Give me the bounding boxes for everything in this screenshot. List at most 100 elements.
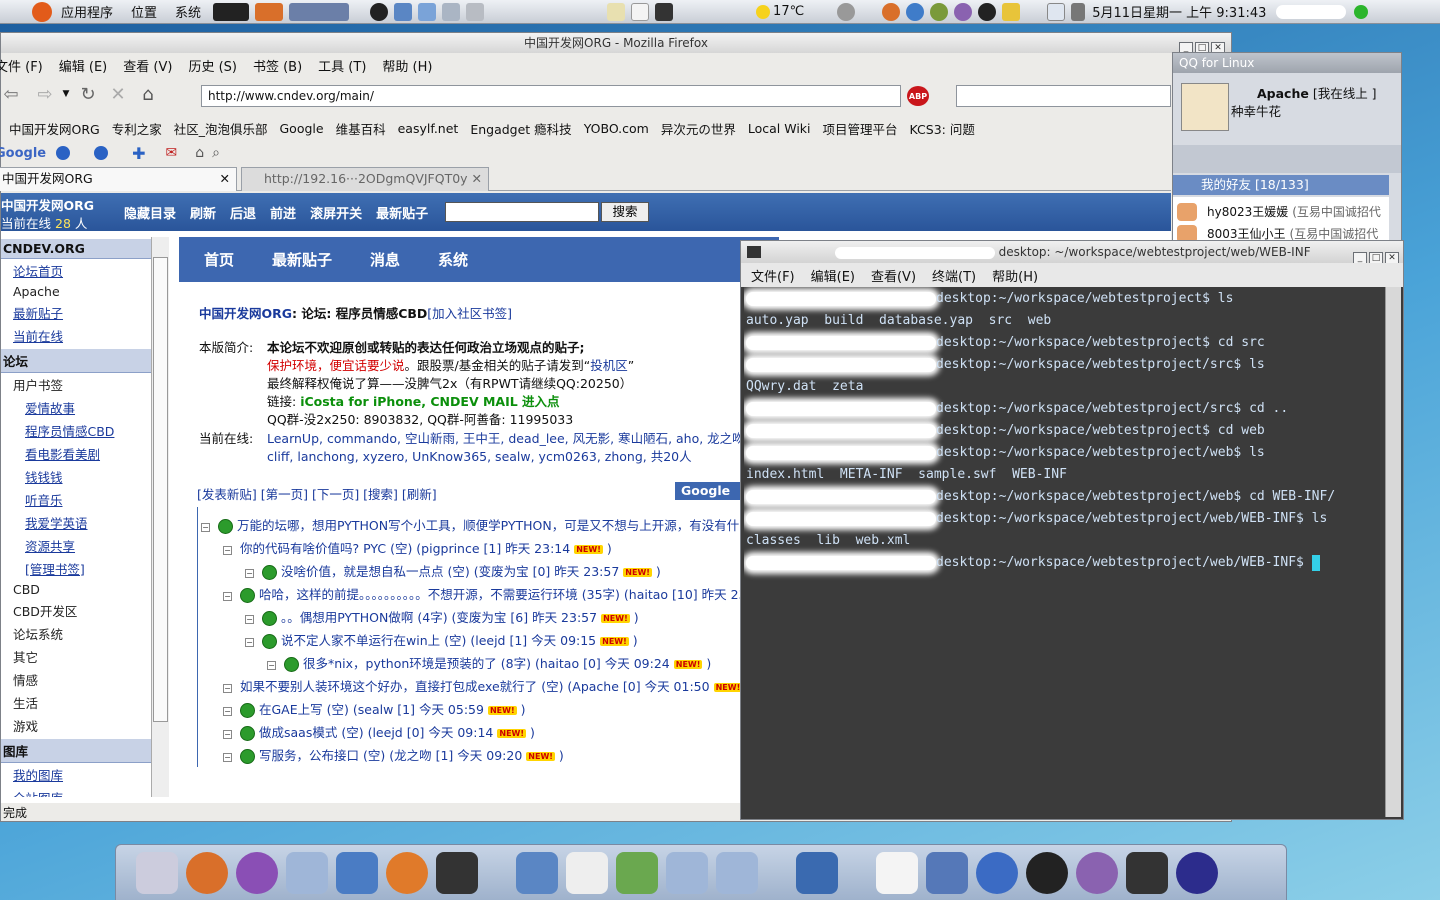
pidgin-dock-icon[interactable] xyxy=(1076,851,1118,894)
thunderbird-dock-icon[interactable] xyxy=(976,851,1018,894)
bookmark-easylf[interactable]: easylf.net xyxy=(398,121,459,136)
join-community-link[interactable]: [加入社区书签] xyxy=(427,306,512,321)
adblock-icon[interactable]: ABP xyxy=(907,86,929,106)
collapse-toggle-icon[interactable]: − xyxy=(201,523,210,532)
sidebar-section-header[interactable]: 论坛 xyxy=(1,349,168,373)
toolbar-globe-icon[interactable] xyxy=(56,146,71,160)
terminal-menu-edit[interactable]: 编辑(E) xyxy=(811,266,855,285)
collapse-toggle-icon[interactable]: − xyxy=(245,569,254,578)
scroll-toggle-link[interactable]: 滚屏开关 xyxy=(310,203,362,222)
collapse-toggle-icon[interactable]: − xyxy=(223,546,232,555)
monitor-tray-icon[interactable] xyxy=(418,2,437,21)
notes-tray-icon[interactable] xyxy=(607,2,626,21)
sidebar-section-header[interactable]: CNDEV.ORG xyxy=(1,239,168,259)
sidebar-item[interactable]: 其它 xyxy=(1,645,168,668)
thread-title[interactable]: 。。偶想用PYTHON做啊 xyxy=(281,610,413,625)
window-dock-icon[interactable] xyxy=(516,851,558,894)
bookmark-yobo[interactable]: YOBO.com xyxy=(584,121,649,136)
home-icon[interactable]: ⌂ xyxy=(137,84,159,105)
diamond-dock-icon[interactable] xyxy=(926,851,968,894)
eclipse-dock-icon[interactable] xyxy=(1176,851,1218,894)
browser-tray-icon[interactable] xyxy=(906,2,925,21)
thread-title[interactable]: 很多*nix，python环境是预装的了 xyxy=(303,656,497,671)
sidebar-bookmark-link[interactable]: 程序员情感CBD xyxy=(1,419,168,442)
thread-row[interactable]: − 写服务，公布接口 (空) (龙之吻 [1] 今天 09:20 NEW! ) xyxy=(223,745,564,764)
collapse-toggle-icon[interactable]: − xyxy=(223,730,232,739)
menu-applications[interactable]: 应用程序 xyxy=(52,2,122,21)
sidebar-section-header[interactable]: 图库 xyxy=(1,739,168,763)
spreadsheet-dock-icon[interactable] xyxy=(616,851,658,894)
qq-user-status[interactable]: Apache [我在线上 ] xyxy=(1257,83,1377,102)
search-box[interactable] xyxy=(956,85,1171,107)
printer-tray-icon[interactable] xyxy=(466,2,485,21)
thread-row[interactable]: − 哈哈，这样的前提。。。。。。。。。。不想开源，不需要运行环境 (35字) (ha… xyxy=(223,584,808,603)
sidebar-link[interactable]: 全站图库 xyxy=(1,786,168,797)
bookmark-local-wiki[interactable]: Local Wiki xyxy=(748,121,811,136)
thread-row[interactable]: − 在GAE上写 (空) (sealw [1] 今天 05:59 NEW! ) xyxy=(223,699,525,718)
bookmark-project[interactable]: 项目管理平台 xyxy=(823,119,898,138)
sidebar-link[interactable]: 论坛首页 xyxy=(1,259,168,282)
notify-dock-icon[interactable] xyxy=(236,851,278,894)
nav-latest[interactable]: 最新贴子 xyxy=(272,249,332,270)
sidebar-bookmark-link[interactable]: 爱情故事 xyxy=(1,396,168,419)
collapse-toggle-icon[interactable]: − xyxy=(223,592,232,601)
thread-title[interactable]: 做成saas模式 xyxy=(259,725,337,740)
collapse-toggle-icon[interactable]: − xyxy=(223,707,232,716)
menu-help[interactable]: 帮助 (H) xyxy=(382,56,432,75)
history-dropdown-icon[interactable]: ▼ xyxy=(61,89,71,99)
sidebar-bookmark-link[interactable]: 资源共享 xyxy=(1,534,168,557)
thread-title[interactable]: 你的代码有啥价值吗? PYC xyxy=(240,541,386,556)
forward-icon[interactable]: ⇨ xyxy=(35,84,55,105)
tab-close-icon[interactable]: ✕ xyxy=(472,168,482,190)
breadcrumb-site[interactable]: 中国开发网ORG xyxy=(199,306,292,321)
firefox-title-bar[interactable]: 中国开发网ORG - Mozilla Firefox _ □ ✕ xyxy=(1,33,1231,55)
unknown-dock-icon[interactable] xyxy=(286,851,328,894)
thread-title[interactable]: 写服务，公布接口 xyxy=(259,748,359,763)
qq-group-header[interactable]: 我的好友 [18/133] xyxy=(1173,175,1389,195)
reload-icon[interactable]: ↻ xyxy=(77,84,99,105)
sidebar-item[interactable]: 情感 xyxy=(1,668,168,691)
mail-tray-icon[interactable] xyxy=(442,2,461,21)
terminal-menu-terminal[interactable]: 终端(T) xyxy=(932,266,976,285)
sidebar-scroll-thumb[interactable] xyxy=(153,257,168,722)
thread-title[interactable]: 说不定人家不单运行在win上 xyxy=(281,633,440,648)
bookmark-cndev[interactable]: 中国开发网ORG xyxy=(9,119,100,138)
distro-logo-icon[interactable] xyxy=(32,1,52,22)
sidebar-link[interactable]: 当前在线 xyxy=(1,324,168,347)
menu-tools[interactable]: 工具 (T) xyxy=(318,56,366,75)
sidebar-item[interactable]: 用户书签 xyxy=(1,373,168,396)
sidebar-bookmark-link[interactable]: [管理书签] xyxy=(1,557,168,580)
menu-edit[interactable]: 编辑 (E) xyxy=(59,56,108,75)
network-tray-icon[interactable] xyxy=(394,2,413,21)
forward-link[interactable]: 前进 xyxy=(270,203,296,222)
sidebar-item[interactable]: CBD开发区 xyxy=(1,599,168,622)
thread-title[interactable]: 没啥价值，就是想自私一点点 xyxy=(281,564,444,579)
menu-places[interactable]: 位置 xyxy=(122,2,166,21)
clock[interactable]: 5月11日星期一 上午 9:31:43 xyxy=(1092,2,1266,21)
qq-avatar[interactable] xyxy=(1181,83,1229,131)
online-status-icon[interactable] xyxy=(1354,4,1369,19)
collapse-toggle-icon[interactable]: − xyxy=(223,684,232,693)
calendar-tray-icon[interactable] xyxy=(1047,2,1066,21)
terminal-title-bar[interactable]: desktop: ~/workspace/webtestproject/web/… xyxy=(741,241,1403,265)
tab-cndev[interactable]: 中国开发网ORG ✕ xyxy=(0,167,237,191)
terminal-output[interactable]: desktop:~/workspace/webtestproject$ ls au… xyxy=(744,287,1384,817)
menu-history[interactable]: 历史 (S) xyxy=(188,56,237,75)
menu-file[interactable]: 文件 (F) xyxy=(0,56,43,75)
thread-title[interactable]: 如果不要别人装环境这个好办，直接打包成exe就行了 xyxy=(240,679,537,694)
toolbar-mail-icon[interactable]: ✉ xyxy=(166,145,178,161)
url-bar[interactable]: http://www.cndev.org/main/ xyxy=(201,85,901,107)
forum-actions[interactable]: [发表新贴] [第一页] [下一页] [搜索] [刷新] xyxy=(197,484,437,503)
sidebar-link[interactable]: 我的图库 xyxy=(1,763,168,786)
bookmark-wikipedia[interactable]: 维基百科 xyxy=(336,119,386,138)
tab-remote[interactable]: http://192.16···2ODgmQVJFQT0y ✕ xyxy=(241,167,489,191)
workspace-switcher-icon[interactable] xyxy=(289,2,350,21)
sidebar-item[interactable]: 论坛系统 xyxy=(1,622,168,645)
icosta-link[interactable]: iCosta for iPhone, CNDEV MAIL 进入点 xyxy=(300,394,559,409)
workspace-dock-icon[interactable] xyxy=(796,851,838,894)
pidgin-tray-icon[interactable] xyxy=(954,2,973,21)
menu-system[interactable]: 系统 xyxy=(166,2,210,21)
nav-home[interactable]: 首页 xyxy=(204,249,234,270)
thread-row[interactable]: − 说不定人家不单运行在win上 (空) (leejd [1] 今天 09:15 NE… xyxy=(245,630,638,649)
back-icon[interactable]: ⇦ xyxy=(1,84,21,105)
